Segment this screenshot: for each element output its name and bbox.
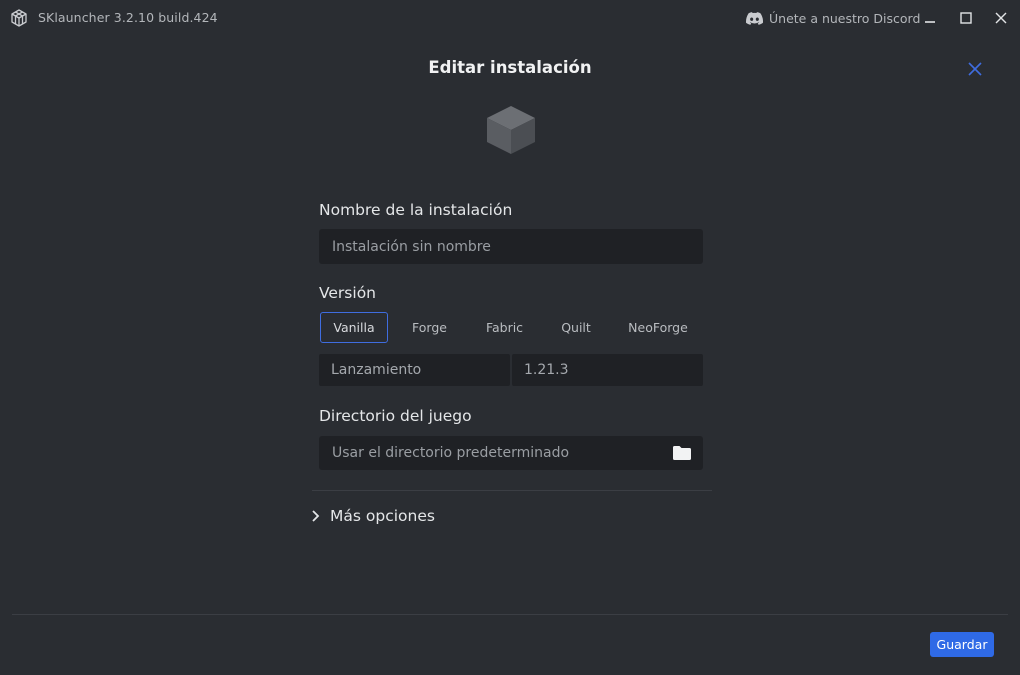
browse-folder-button[interactable] bbox=[671, 443, 693, 463]
window-close-button[interactable] bbox=[990, 7, 1012, 29]
maximize-icon bbox=[960, 12, 972, 24]
sklauncher-logo-icon bbox=[9, 8, 29, 28]
section-divider bbox=[312, 490, 712, 491]
close-icon bbox=[995, 12, 1007, 24]
game-directory-input[interactable] bbox=[319, 436, 659, 470]
tab-fabric[interactable]: Fabric bbox=[471, 312, 538, 343]
version-selectors: Lanzamiento 1.21.3 bbox=[319, 354, 703, 386]
chevron-right-icon bbox=[312, 510, 320, 522]
installation-name-input[interactable] bbox=[319, 229, 703, 264]
version-number-select[interactable]: 1.21.3 bbox=[512, 354, 703, 386]
release-type-select[interactable]: Lanzamiento bbox=[319, 354, 510, 386]
loader-tabs: Vanilla Forge Fabric Quilt NeoForge bbox=[319, 312, 703, 345]
more-options-toggle[interactable]: Más opciones bbox=[310, 507, 435, 525]
app-window: SKlauncher 3.2.10 build.424 Únete a nues… bbox=[0, 0, 1020, 675]
minimize-icon bbox=[925, 21, 935, 23]
save-button[interactable]: Guardar bbox=[930, 632, 994, 657]
discord-link[interactable]: Únete a nuestro Discord bbox=[746, 9, 920, 27]
app-title: SKlauncher 3.2.10 build.424 bbox=[38, 10, 218, 25]
tab-forge[interactable]: Forge bbox=[388, 312, 471, 343]
tab-quilt[interactable]: Quilt bbox=[538, 312, 614, 343]
version-label: Versión bbox=[319, 284, 376, 302]
tab-vanilla[interactable]: Vanilla bbox=[320, 312, 388, 343]
dialog-close-button[interactable] bbox=[964, 58, 986, 80]
folder-icon bbox=[673, 446, 691, 460]
close-icon bbox=[968, 62, 982, 76]
name-label: Nombre de la instalación bbox=[319, 201, 513, 219]
discord-icon bbox=[746, 11, 763, 25]
footer-divider bbox=[12, 614, 1008, 615]
title-bar: SKlauncher 3.2.10 build.424 Únete a nues… bbox=[0, 0, 1020, 36]
tab-neoforge[interactable]: NeoForge bbox=[614, 312, 702, 343]
more-options-label: Más opciones bbox=[330, 507, 435, 525]
discord-label: Únete a nuestro Discord bbox=[769, 10, 921, 26]
cube-icon[interactable] bbox=[485, 104, 537, 156]
dialog-title: Editar instalación bbox=[428, 58, 592, 77]
maximize-button[interactable] bbox=[955, 7, 977, 29]
minimize-button[interactable] bbox=[919, 7, 941, 29]
directory-label: Directorio del juego bbox=[319, 407, 472, 425]
directory-field bbox=[319, 436, 703, 470]
